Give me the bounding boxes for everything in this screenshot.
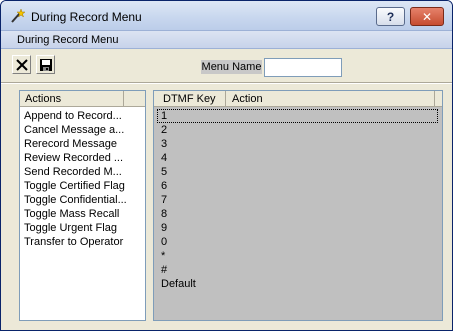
dtmf-key-table[interactable]: DTMF Key Action 1 2 3 4 5 6 7 8 9 0 * # … bbox=[153, 90, 443, 321]
table-row[interactable]: 2 bbox=[154, 123, 442, 137]
toolbar-divider bbox=[1, 82, 452, 84]
title-bar[interactable]: During Record Menu ? ✕ bbox=[1, 1, 452, 31]
menu-name-input[interactable] bbox=[264, 58, 342, 77]
table-row[interactable]: 3 bbox=[154, 137, 442, 151]
dtmf-table-rows: 1 2 3 4 5 6 7 8 9 0 * # Default bbox=[154, 109, 442, 291]
list-item[interactable]: Append to Record... bbox=[20, 109, 145, 123]
table-row[interactable]: * bbox=[154, 249, 442, 263]
menubar-title[interactable]: During Record Menu bbox=[17, 34, 119, 46]
table-row[interactable]: 5 bbox=[154, 165, 442, 179]
table-row[interactable]: # bbox=[154, 263, 442, 277]
help-button[interactable]: ? bbox=[376, 7, 405, 26]
menu-bar: During Record Menu bbox=[1, 31, 452, 49]
actions-list-header: Actions bbox=[20, 91, 145, 107]
list-item[interactable]: Rerecord Message bbox=[20, 137, 145, 151]
save-button[interactable] bbox=[36, 55, 55, 74]
wand-icon bbox=[9, 8, 26, 24]
list-item[interactable]: Toggle Mass Recall bbox=[20, 207, 145, 221]
list-item[interactable]: Toggle Certified Flag bbox=[20, 179, 145, 193]
list-item[interactable]: Toggle Confidential... bbox=[20, 193, 145, 207]
dtmf-key-column-header[interactable]: DTMF Key bbox=[158, 91, 226, 107]
list-item[interactable]: Review Recorded ... bbox=[20, 151, 145, 165]
actions-list[interactable]: Actions Append to Record... Cancel Messa… bbox=[19, 90, 146, 321]
close-button[interactable]: ✕ bbox=[410, 7, 444, 26]
dtmf-table-header: DTMF Key Action bbox=[154, 91, 442, 107]
table-row[interactable]: 9 bbox=[154, 221, 442, 235]
help-icon: ? bbox=[386, 9, 395, 24]
table-row[interactable]: 7 bbox=[154, 193, 442, 207]
list-item[interactable]: Cancel Message a... bbox=[20, 123, 145, 137]
table-row[interactable]: Default bbox=[154, 277, 442, 291]
list-item[interactable]: Transfer to Operator bbox=[20, 235, 145, 249]
table-row[interactable]: 0 bbox=[154, 235, 442, 249]
table-row[interactable]: 8 bbox=[154, 207, 442, 221]
actions-column-header[interactable]: Actions bbox=[20, 91, 124, 107]
during-record-menu-window: During Record Menu ? ✕ During Record Men… bbox=[0, 0, 453, 331]
menu-name-label: Menu Name bbox=[201, 60, 262, 74]
table-row[interactable]: 1 bbox=[157, 109, 438, 123]
table-row[interactable]: 6 bbox=[154, 179, 442, 193]
close-icon: ✕ bbox=[421, 9, 433, 24]
table-row[interactable]: 4 bbox=[154, 151, 442, 165]
window-title: During Record Menu bbox=[31, 10, 142, 24]
delete-button[interactable] bbox=[12, 55, 31, 74]
action-column-header[interactable]: Action bbox=[227, 91, 435, 107]
list-item[interactable]: Send Recorded M... bbox=[20, 165, 145, 179]
list-item[interactable]: Toggle Urgent Flag bbox=[20, 221, 145, 235]
actions-list-items: Append to Record... Cancel Message a... … bbox=[20, 109, 145, 249]
